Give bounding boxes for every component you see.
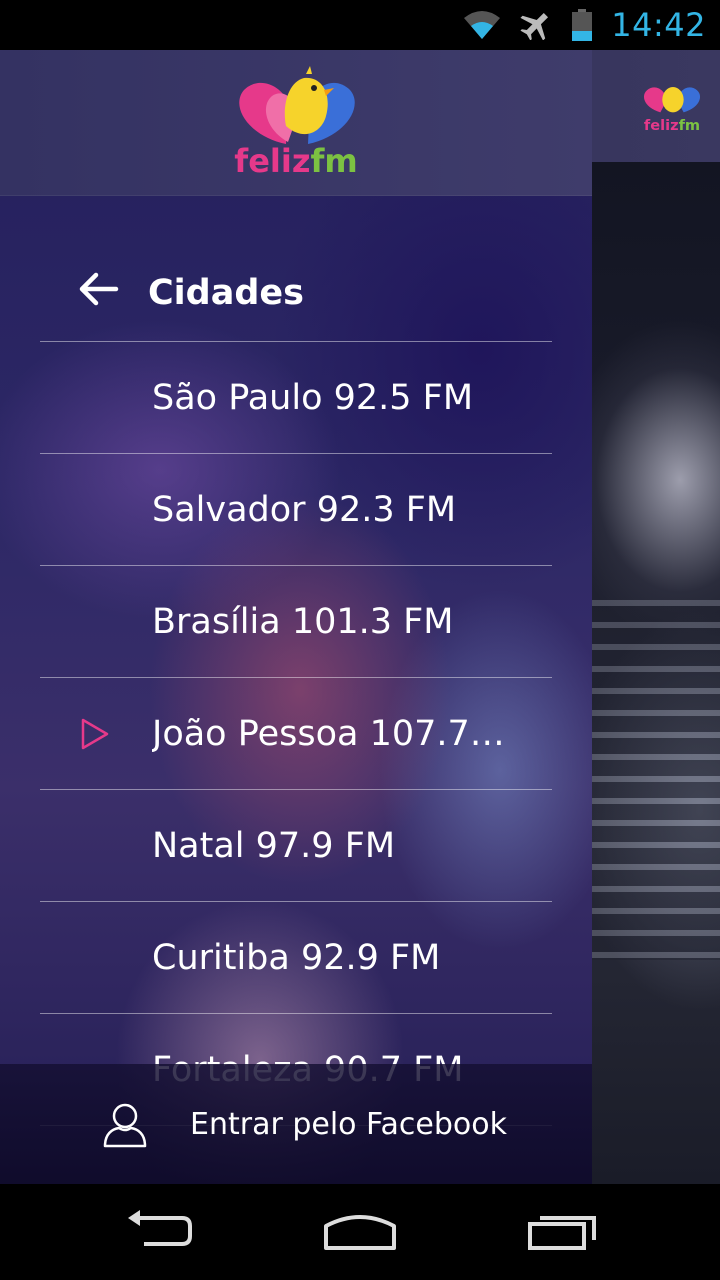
city-label: João Pessoa 107.7 FM bbox=[152, 714, 512, 754]
feliz-fm-logo: felizfm bbox=[226, 66, 366, 180]
city-label: Salvador 92.3 FM bbox=[152, 490, 457, 530]
city-label: Brasília 101.3 FM bbox=[152, 602, 454, 642]
home-nav-icon[interactable] bbox=[322, 1208, 398, 1256]
navigation-drawer: felizfm Cidades São Paulo 92.5 FM Salvad… bbox=[0, 50, 592, 1184]
svg-text:felizfm: felizfm bbox=[644, 117, 700, 134]
play-icon bbox=[80, 717, 110, 751]
clock: 14:42 bbox=[611, 6, 706, 44]
list-item[interactable]: Salvador 92.3 FM bbox=[40, 454, 552, 566]
arrow-left-icon[interactable] bbox=[78, 272, 120, 306]
city-list: São Paulo 92.5 FM Salvador 92.3 FM Brasí… bbox=[40, 342, 552, 1126]
recents-nav-icon[interactable] bbox=[526, 1208, 598, 1256]
system-nav-bar bbox=[0, 1184, 720, 1280]
city-label: São Paulo 92.5 FM bbox=[152, 378, 474, 418]
user-icon bbox=[102, 1102, 148, 1148]
app-logo-small[interactable]: felizfm bbox=[638, 76, 706, 136]
section-title: Cidades bbox=[148, 273, 304, 313]
section-header: Cidades bbox=[40, 236, 552, 342]
list-item[interactable]: São Paulo 92.5 FM bbox=[40, 342, 552, 454]
battery-icon bbox=[571, 9, 593, 41]
airplane-mode-icon bbox=[519, 10, 553, 40]
status-bar: 14:42 bbox=[0, 0, 720, 50]
city-label: Curitiba 92.9 FM bbox=[152, 938, 441, 978]
back-nav-icon[interactable] bbox=[124, 1208, 194, 1256]
list-item[interactable]: Natal 97.9 FM bbox=[40, 790, 552, 902]
list-item[interactable]: Brasília 101.3 FM bbox=[40, 566, 552, 678]
drawer-header: felizfm bbox=[0, 50, 592, 196]
microphone-image bbox=[592, 600, 720, 960]
wifi-icon bbox=[463, 10, 501, 40]
list-item[interactable]: Curitiba 92.9 FM bbox=[40, 902, 552, 1014]
facebook-login-button[interactable]: Entrar pelo Facebook bbox=[0, 1064, 592, 1184]
svg-text:felizfm: felizfm bbox=[234, 142, 357, 180]
city-label: Natal 97.9 FM bbox=[152, 826, 396, 866]
list-item-active[interactable]: João Pessoa 107.7 FM bbox=[40, 678, 552, 790]
facebook-login-label: Entrar pelo Facebook bbox=[190, 1107, 508, 1142]
